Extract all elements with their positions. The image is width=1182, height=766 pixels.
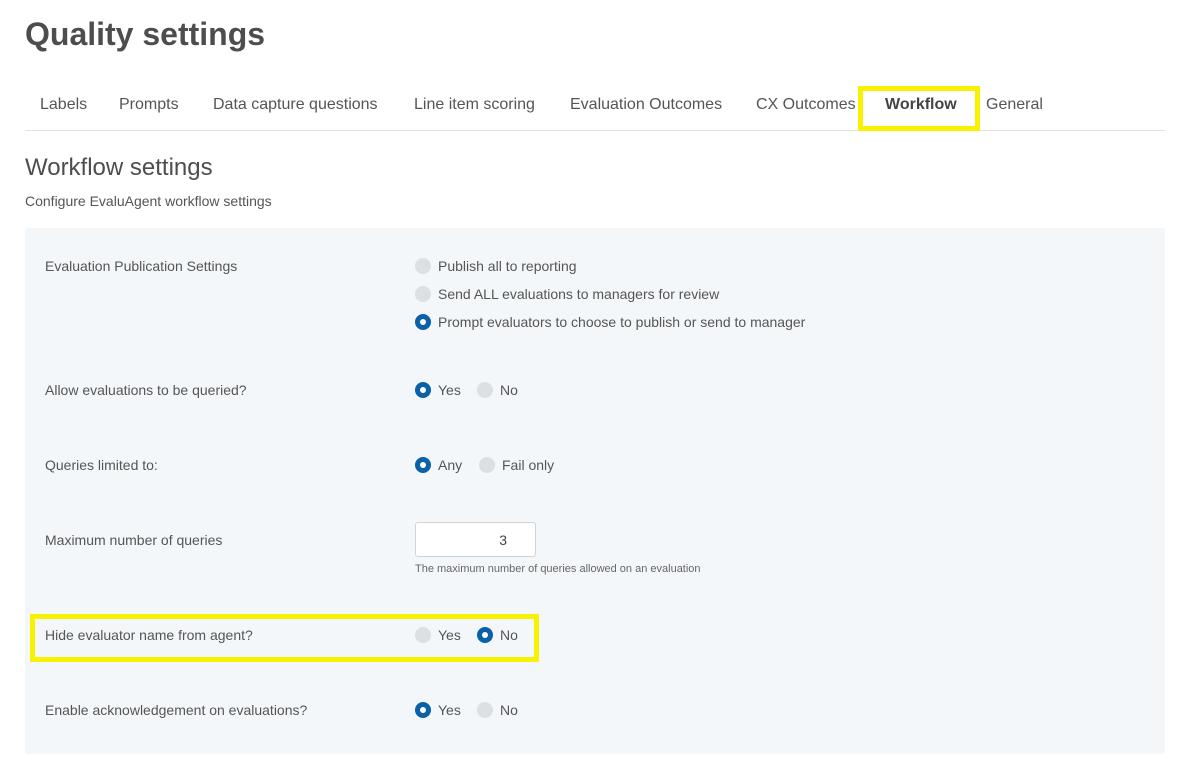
publish-all-radio[interactable]: Publish all to reporting bbox=[415, 258, 577, 274]
queries-limited-any-radio[interactable]: Any bbox=[415, 457, 462, 473]
tab-general[interactable]: General bbox=[986, 96, 1043, 114]
radio-checked-icon bbox=[415, 702, 431, 718]
allow-queries-yes-radio[interactable]: Yes bbox=[415, 382, 461, 398]
allow-queries-no-radio[interactable]: No bbox=[477, 382, 518, 398]
radio-label: Fail only bbox=[502, 457, 555, 473]
tab-labels[interactable]: Labels bbox=[40, 96, 87, 114]
radio-label: No bbox=[500, 382, 518, 398]
max-queries-input[interactable] bbox=[415, 522, 536, 557]
max-queries-label: Maximum number of queries bbox=[45, 532, 223, 548]
hide-evaluator-label: Hide evaluator name from agent? bbox=[45, 627, 253, 643]
hide-evaluator-no-radio[interactable]: No bbox=[477, 627, 518, 643]
radio-label: Yes bbox=[438, 702, 461, 718]
section-subtitle: Configure EvaluAgent workflow settings bbox=[25, 193, 272, 209]
tab-cx-outcomes[interactable]: CX Outcomes bbox=[756, 96, 856, 114]
tab-workflow[interactable]: Workflow bbox=[885, 96, 957, 114]
publication-settings-label: Evaluation Publication Settings bbox=[45, 258, 238, 274]
tab-line-item-scoring[interactable]: Line item scoring bbox=[414, 96, 535, 114]
radio-label: No bbox=[500, 627, 518, 643]
radio-label: No bbox=[500, 702, 518, 718]
settings-tabs: Labels Prompts Data capture questions Li… bbox=[25, 86, 1165, 131]
prompt-evaluators-radio[interactable]: Prompt evaluators to choose to publish o… bbox=[415, 314, 805, 330]
queries-limited-label: Queries limited to: bbox=[45, 457, 158, 473]
radio-checked-icon bbox=[477, 627, 493, 643]
radio-label: Send ALL evaluations to managers for rev… bbox=[438, 286, 720, 302]
settings-panel bbox=[25, 228, 1165, 754]
radio-unchecked-icon bbox=[479, 457, 495, 473]
section-title: Workflow settings bbox=[25, 154, 213, 181]
acknowledgement-label: Enable acknowledgement on evaluations? bbox=[45, 702, 308, 718]
radio-label: Yes bbox=[438, 382, 461, 398]
radio-label: Yes bbox=[438, 627, 461, 643]
tab-evaluation-outcomes[interactable]: Evaluation Outcomes bbox=[570, 96, 722, 114]
max-queries-hint: The maximum number of queries allowed on… bbox=[415, 563, 701, 575]
radio-label: Publish all to reporting bbox=[438, 258, 577, 274]
radio-unchecked-icon bbox=[415, 258, 431, 274]
tab-prompts[interactable]: Prompts bbox=[119, 96, 179, 114]
queries-limited-fail-only-radio[interactable]: Fail only bbox=[479, 457, 554, 473]
radio-unchecked-icon bbox=[415, 627, 431, 643]
acknowledgement-yes-radio[interactable]: Yes bbox=[415, 702, 461, 718]
radio-unchecked-icon bbox=[415, 286, 431, 302]
allow-queries-label: Allow evaluations to be queried? bbox=[45, 382, 247, 398]
radio-label: Prompt evaluators to choose to publish o… bbox=[438, 314, 806, 330]
radio-checked-icon bbox=[415, 314, 431, 330]
radio-unchecked-icon bbox=[477, 382, 493, 398]
acknowledgement-no-radio[interactable]: No bbox=[477, 702, 518, 718]
radio-checked-icon bbox=[415, 382, 431, 398]
send-to-managers-radio[interactable]: Send ALL evaluations to managers for rev… bbox=[415, 286, 719, 302]
radio-label: Any bbox=[438, 457, 463, 473]
radio-unchecked-icon bbox=[477, 702, 493, 718]
tab-data-capture-questions[interactable]: Data capture questions bbox=[213, 96, 378, 114]
radio-checked-icon bbox=[415, 457, 431, 473]
hide-evaluator-yes-radio[interactable]: Yes bbox=[415, 627, 461, 643]
page-title: Quality settings bbox=[25, 16, 266, 52]
